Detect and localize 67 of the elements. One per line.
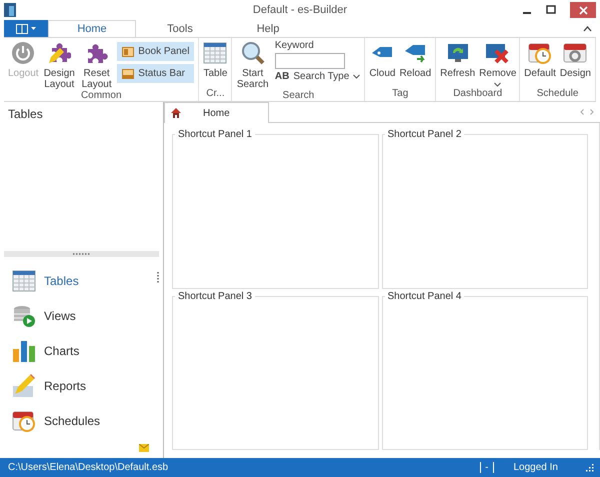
close-icon — [578, 6, 588, 14]
file-path: C:\Users\Elena\Desktop\Default.esb — [8, 462, 168, 473]
group-label: Search — [282, 90, 316, 101]
calendar-clock-icon — [12, 408, 36, 432]
ribbon-button[interactable]: Start Search — [234, 38, 271, 90]
keyword-field[interactable] — [274, 53, 345, 69]
collapse-ribbon-icon[interactable] — [583, 26, 592, 32]
panel-title: Tables — [7, 106, 44, 123]
panel-title: Shortcut Panel 2 — [386, 129, 462, 140]
toggle-button[interactable]: Status Bar — [117, 64, 194, 83]
resize-grip-icon[interactable] — [586, 464, 594, 472]
ribbon-button[interactable]: Design — [558, 38, 593, 88]
ribbon-button[interactable]: Cloud — [367, 38, 398, 88]
pencil-paper-icon — [12, 374, 36, 398]
document-tab[interactable]: Home — [164, 102, 269, 123]
nav-item[interactable]: Tables — [0, 263, 163, 298]
table-icon — [203, 41, 228, 65]
caret-icon — [353, 74, 360, 79]
ribbon-tab[interactable]: Tools — [136, 20, 224, 37]
calendar-clock-icon — [528, 41, 552, 65]
nav-item[interactable]: Reports — [0, 368, 163, 403]
caret-icon — [31, 27, 36, 30]
login-status: Logged In — [514, 462, 558, 473]
app-icon — [3, 2, 17, 18]
panel-title: Shortcut Panel 1 — [177, 129, 253, 140]
power-icon — [11, 41, 36, 65]
ribbon-button[interactable]: Default — [522, 38, 558, 88]
field-label: Keyword — [274, 40, 315, 51]
panel-icon — [122, 68, 134, 78]
menu-button[interactable]: Remove — [477, 38, 518, 88]
book-icon — [16, 24, 28, 34]
database-play-icon — [12, 304, 36, 328]
calendar-gear-icon — [563, 41, 588, 65]
ribbon-button[interactable]: Design Layout — [40, 38, 78, 90]
toggle-button[interactable]: Book Panel — [117, 42, 194, 61]
window-title: Default - es-Builder — [252, 4, 348, 16]
close-button[interactable] — [570, 2, 596, 18]
status-indicator: - — [480, 462, 494, 473]
panel-icon — [122, 46, 134, 56]
splitter-handle[interactable] — [4, 251, 159, 257]
nav-item[interactable]: Charts — [0, 333, 163, 368]
group-label: Tag — [391, 88, 410, 101]
group-label: Cr... — [205, 88, 226, 101]
table-icon — [12, 268, 36, 292]
app-menu-button[interactable] — [4, 20, 48, 37]
monitor-arrow-icon — [446, 41, 470, 65]
monitor-cross-icon — [485, 41, 510, 65]
magnifier-icon — [240, 41, 265, 65]
ribbon-tab[interactable]: Help — [224, 20, 312, 37]
nav-item[interactable]: Views — [0, 298, 163, 333]
ribbon-button[interactable]: Reset Layout — [78, 38, 116, 90]
puzzle-pencil-icon — [47, 41, 72, 65]
ribbon-button[interactable]: Table — [201, 38, 230, 88]
group-label: Dashboard — [452, 88, 504, 101]
ribbon-tab[interactable]: Home — [48, 20, 136, 37]
maximize-icon[interactable] — [546, 5, 556, 15]
group-label: Schedule — [536, 88, 580, 101]
bar-chart-icon — [12, 338, 36, 362]
ribbon-button[interactable]: Reload — [397, 38, 434, 88]
nav-item[interactable]: Schedules — [0, 403, 163, 438]
ribbon-button[interactable]: Refresh — [438, 38, 478, 88]
dropdown-caret-icon — [494, 82, 501, 87]
panel-title: Shortcut Panel 3 — [177, 290, 253, 302]
group-label: Common — [80, 90, 123, 101]
panel-title: Shortcut Panel 4 — [386, 290, 462, 302]
search-type-dropdown[interactable]: AB Search Type — [274, 71, 360, 82]
house-icon — [171, 108, 181, 118]
